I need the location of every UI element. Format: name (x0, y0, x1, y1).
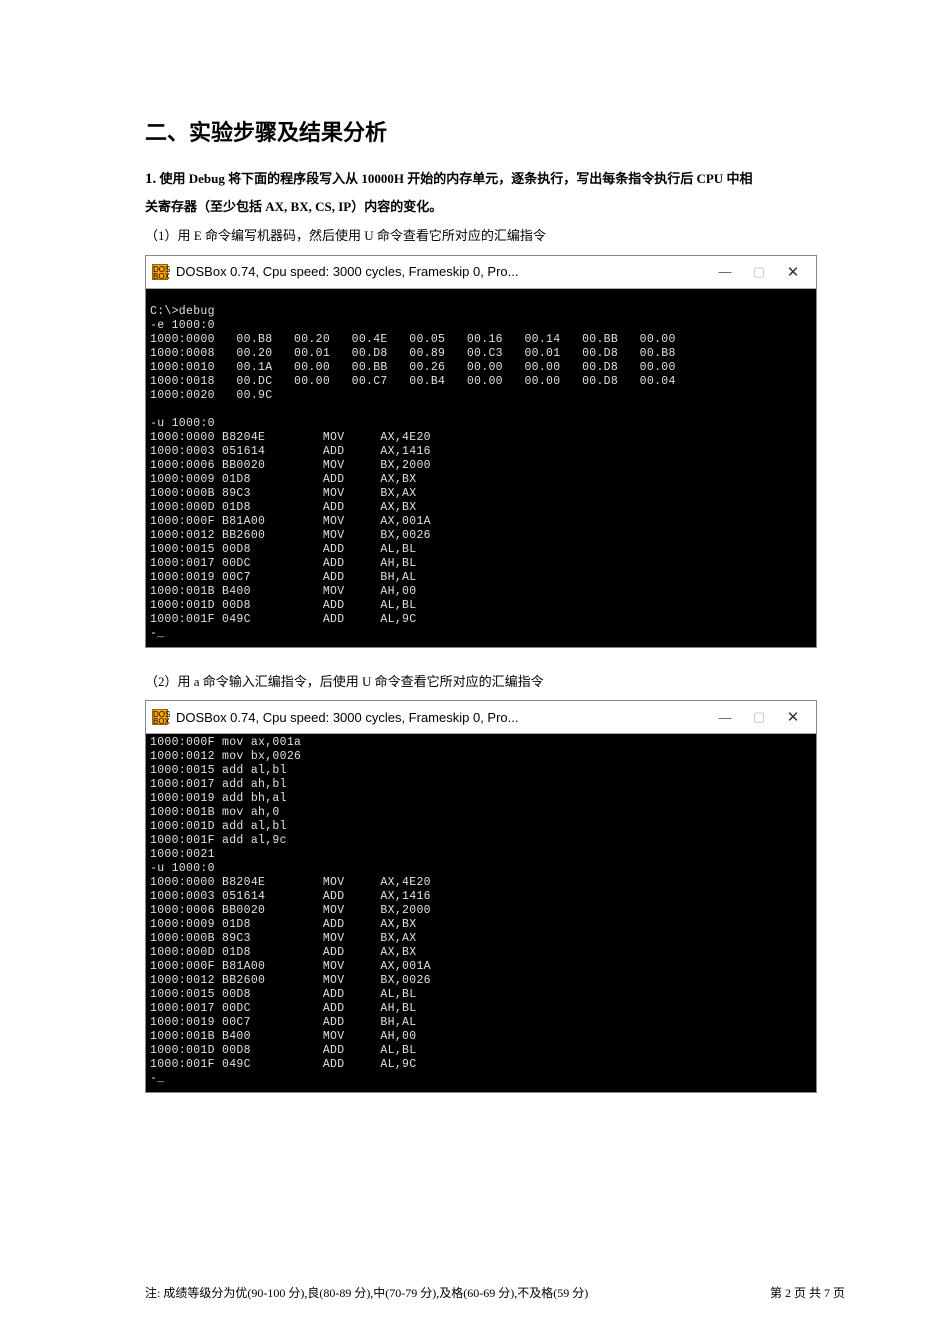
dosbox-icon: DOSBOX (152, 709, 168, 725)
question-body: 使用 Debug 将下面的程序段写入从 10000H 开始的内存单元，逐条执行，… (160, 171, 753, 186)
dosbox-icon: DOSBOX (152, 264, 168, 280)
minimize-button[interactable]: — (708, 710, 742, 725)
close-button[interactable]: ✕ (776, 263, 810, 281)
section-heading: 二、实验步骤及结果分析 (145, 115, 830, 147)
page-number: 第 2 页 共 7 页 (770, 1284, 845, 1301)
footer-note: 注: 成绩等级分为优(90-100 分),良(80-89 分),中(70-79 … (145, 1284, 588, 1301)
minimize-button[interactable]: — (708, 264, 742, 279)
question-number: 1. (145, 171, 156, 187)
terminal-output: 1000:000F mov ax,001a 1000:0012 mov bx,0… (146, 734, 816, 1092)
close-button[interactable]: ✕ (776, 708, 810, 726)
subpoint-1: （1）用 E 命令编写机器码，然后使用 U 命令查看它所对应的汇编指令 (145, 226, 830, 247)
maximize-button[interactable]: ▢ (742, 709, 776, 725)
page-footer: 注: 成绩等级分为优(90-100 分),良(80-89 分),中(70-79 … (145, 1284, 845, 1301)
dosbox-window-1: DOSBOX DOSBox 0.74, Cpu speed: 3000 cycl… (145, 255, 817, 648)
subpoint-2: （2）用 a 命令输入汇编指令，后使用 U 命令查看它所对应的汇编指令 (145, 672, 830, 693)
window-title: DOSBox 0.74, Cpu speed: 3000 cycles, Fra… (176, 710, 708, 725)
titlebar[interactable]: DOSBOX DOSBox 0.74, Cpu speed: 3000 cycl… (146, 256, 816, 289)
dosbox-window-2: DOSBOX DOSBox 0.74, Cpu speed: 3000 cycl… (145, 700, 817, 1093)
maximize-button[interactable]: ▢ (742, 264, 776, 280)
question-body-line2: 关寄存器（至少包括 AX, BX, CS, IP）内容的变化。 (145, 197, 830, 218)
window-title: DOSBox 0.74, Cpu speed: 3000 cycles, Fra… (176, 264, 708, 279)
terminal-output: C:\>debug -e 1000:0 1000:0000 00.B8 00.2… (146, 289, 816, 647)
question-1: 1. 使用 Debug 将下面的程序段写入从 10000H 开始的内存单元，逐条… (145, 167, 830, 191)
titlebar[interactable]: DOSBOX DOSBox 0.74, Cpu speed: 3000 cycl… (146, 701, 816, 734)
